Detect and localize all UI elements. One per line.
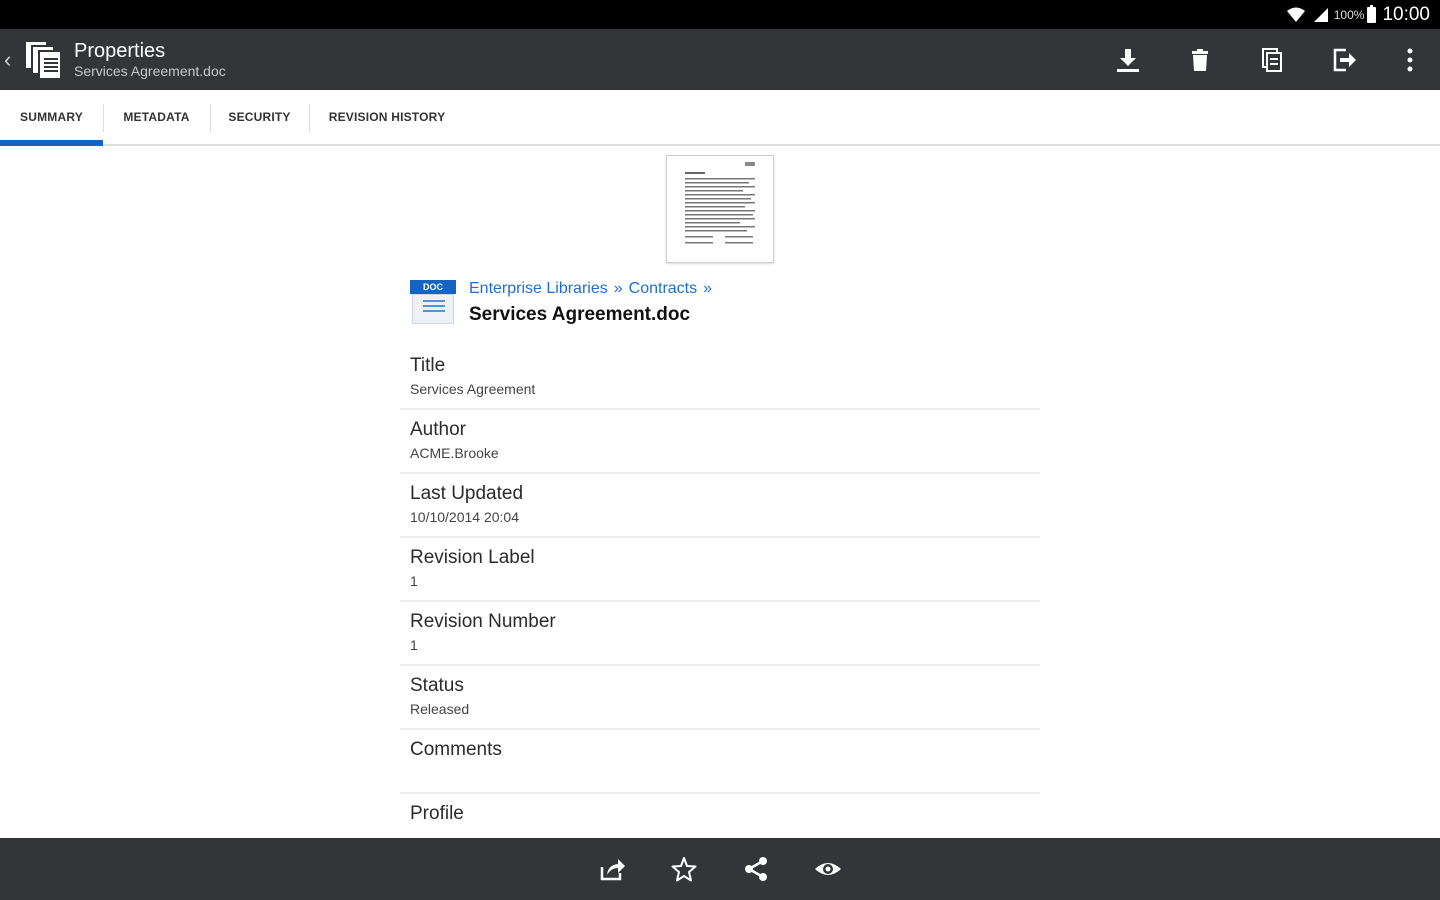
delete-button[interactable]	[1164, 29, 1236, 90]
back-chevron-icon[interactable]: ‹	[4, 47, 22, 73]
app-bar-titles: Properties Services Agreement.doc	[74, 40, 226, 80]
page-subtitle: Services Agreement.doc	[74, 62, 226, 79]
property-revision-label: Revision Label 1	[400, 538, 1040, 602]
tab-summary[interactable]: SUMMARY	[0, 90, 103, 146]
property-label: Last Updated	[410, 483, 524, 504]
page-title: Properties	[74, 39, 166, 62]
property-label: Status	[410, 675, 464, 696]
wifi-icon	[1286, 7, 1306, 23]
star-icon	[671, 857, 697, 882]
favorite-button[interactable]	[648, 838, 720, 900]
tab-bar: SUMMARY METADATA SECURITY REVISION HISTO…	[0, 90, 1440, 146]
move-button[interactable]	[1308, 29, 1380, 90]
tab-security[interactable]: SECURITY	[210, 90, 309, 144]
share-icon	[745, 857, 767, 881]
battery-percentage: 100%	[1333, 7, 1365, 22]
tab-revision-history[interactable]: REVISION HISTORY	[309, 90, 465, 144]
summary-panel: DOC Enterprise Libraries » Contracts » S…	[400, 148, 1040, 838]
document-thumbnail[interactable]	[666, 155, 774, 263]
tab-metadata[interactable]: METADATA	[103, 90, 210, 144]
breadcrumb-link-contracts[interactable]: Contracts	[629, 277, 697, 301]
file-header: DOC Enterprise Libraries » Contracts » S…	[410, 277, 1030, 329]
file-type-tag: DOC	[410, 280, 456, 294]
property-author: Author ACME.Brooke	[400, 410, 1040, 474]
clock: 10:00	[1382, 3, 1430, 25]
property-value: 1	[410, 637, 418, 653]
copy-button[interactable]	[1236, 29, 1308, 90]
property-label: Profile	[410, 803, 464, 824]
property-title: Title Services Agreement	[400, 346, 1040, 410]
move-icon	[1333, 48, 1356, 71]
property-list: Title Services Agreement Author ACME.Bro…	[400, 346, 1040, 858]
view-button[interactable]	[792, 838, 864, 900]
property-revision-number: Revision Number 1	[400, 602, 1040, 666]
property-label: Author	[410, 419, 466, 440]
app-bar: ‹ Properties Services Agreement.doc	[0, 29, 1440, 90]
status-bar: 100% 10:00	[0, 0, 1440, 29]
property-value: Released	[410, 701, 470, 717]
property-label: Title	[410, 355, 446, 376]
app-bar-actions	[1092, 29, 1440, 90]
doc-file-icon: DOC	[410, 277, 456, 327]
property-label: Comments	[410, 739, 502, 760]
property-comments: Comments	[400, 730, 1040, 794]
app-logo-icon[interactable]	[22, 38, 66, 82]
document-preview-image	[681, 162, 759, 256]
property-last-updated: Last Updated 10/10/2014 20:04	[400, 474, 1040, 538]
share-button[interactable]	[720, 838, 792, 900]
view-icon	[815, 863, 841, 875]
open-with-button[interactable]	[576, 838, 648, 900]
trash-icon	[1192, 48, 1208, 71]
property-label: Revision Label	[410, 547, 535, 568]
open-with-icon	[600, 859, 625, 881]
breadcrumb-separator: »	[613, 280, 623, 297]
property-value: Services Agreement	[410, 381, 536, 397]
bottom-action-bar	[0, 838, 1440, 900]
property-value: 1	[410, 573, 418, 589]
file-name: Services Agreement.doc	[469, 304, 691, 325]
breadcrumb-link-enterprise-libraries[interactable]: Enterprise Libraries	[469, 277, 608, 301]
download-icon	[1117, 48, 1139, 72]
property-value: 10/10/2014 20:04	[410, 509, 519, 525]
breadcrumb: Enterprise Libraries » Contracts »	[469, 277, 718, 301]
property-status: Status Released	[400, 666, 1040, 730]
signal-icon	[1313, 7, 1328, 22]
copy-icon	[1262, 47, 1282, 72]
property-label: Revision Number	[410, 611, 556, 632]
battery-icon	[1367, 4, 1377, 23]
breadcrumb-separator: »	[703, 280, 713, 297]
property-value: ACME.Brooke	[410, 445, 499, 461]
more-options-button[interactable]	[1380, 29, 1440, 90]
more-vert-icon	[1407, 48, 1413, 71]
download-button[interactable]	[1092, 29, 1164, 90]
